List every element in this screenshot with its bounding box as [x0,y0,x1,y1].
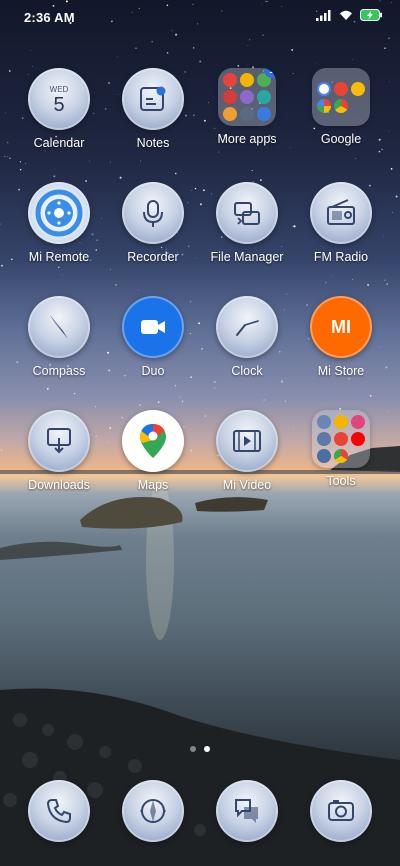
app-mini-icon [223,90,237,104]
app-maps[interactable]: Maps [103,410,203,492]
app-mini-icon [223,73,237,87]
app-mi-remote[interactable]: Mi Remote [9,182,109,264]
drive-mini-icon [351,81,365,96]
app-mini-icon [317,432,331,446]
app-file-manager[interactable]: File Manager [197,182,297,264]
app-mini-icon [257,107,271,121]
video-camera-icon [122,296,184,358]
app-mi-store[interactable]: MI Mi Store [291,296,391,378]
page-dot[interactable] [190,746,196,752]
film-icon [216,410,278,472]
remote-icon [28,182,90,244]
page-indicator [0,746,400,752]
app-label: Clock [231,364,263,378]
app-mini-icon [257,90,271,104]
app-compass[interactable]: Compass [9,296,109,378]
status-bar: 2:36 AM [0,0,400,36]
app-label: Mi Remote [28,250,90,264]
app-label: Recorder [127,250,179,264]
page-dot-active[interactable] [204,746,210,752]
folder-more-apps[interactable]: 1 More apps [197,68,297,146]
folder-icon [312,410,370,468]
app-notes[interactable]: Notes [103,68,203,150]
app-label: Downloads [28,478,90,492]
calendar-day: WED [49,85,69,94]
app-label: Mi Store [317,364,365,378]
app-mini-icon [317,449,331,463]
app-mini-icon [334,432,348,446]
app-mini-icon [351,415,365,429]
app-mini-icon [240,73,254,87]
app-calendar[interactable]: WED 5 Calendar [9,68,109,150]
app-label: Notes [136,136,170,150]
clock-icon [216,296,278,358]
app-mini-icon [334,415,348,429]
browser-icon[interactable] [122,780,184,842]
gmail-mini-icon [334,81,348,96]
app-label: FM Radio [313,250,369,264]
app-label: Duo [141,364,165,378]
app-mini-icon [240,90,254,104]
download-icon [28,410,90,472]
app-label: Mi Video [222,478,272,492]
calendar-date: 5 [53,94,65,116]
notes-icon [122,68,184,130]
app-mini-icon [351,432,365,446]
app-downloads[interactable]: Downloads [9,410,109,492]
folder-tools[interactable]: Tools [291,410,391,488]
photos-mini-icon [317,98,331,113]
maps-pin-icon [122,410,184,472]
app-mini-icon [223,107,237,121]
wifi-icon [340,10,352,20]
app-clock[interactable]: Clock [197,296,297,378]
mi-store-logo-icon: MI [310,296,372,358]
battery-charging-icon [360,9,382,21]
app-label: Google [320,132,362,146]
phone-icon[interactable] [28,780,90,842]
app-label: More apps [217,132,277,146]
folder-manager-icon [216,182,278,244]
messages-icon[interactable] [216,780,278,842]
app-label: Maps [137,478,169,492]
radio-icon [310,182,372,244]
folder-icon [312,68,370,126]
chrome-mini-icon [334,98,348,113]
status-icons [316,9,382,21]
dock [0,780,400,844]
app-recorder[interactable]: Recorder [103,182,203,264]
mi-logo: MI [331,316,351,337]
status-time: 2:36 AM [24,10,75,25]
app-label: Compass [32,364,86,378]
signal-icon [316,10,331,21]
camera-icon[interactable] [310,780,372,842]
folder-google[interactable]: Google [291,68,391,146]
app-label: Calendar [33,136,85,150]
app-duo[interactable]: Duo [103,296,203,378]
folder-icon: 1 [218,68,276,126]
app-mini-icon [240,107,254,121]
app-mini-icon [317,415,331,429]
app-label: File Manager [210,250,284,264]
app-fm-radio[interactable]: FM Radio [291,182,391,264]
calendar-icon: WED 5 [28,68,90,130]
microphone-icon [122,182,184,244]
compass-icon [28,296,90,358]
google-mini-icon [317,81,331,96]
app-mi-video[interactable]: Mi Video [197,410,297,492]
app-label: Tools [326,474,356,488]
app-mini-icon [334,449,348,463]
